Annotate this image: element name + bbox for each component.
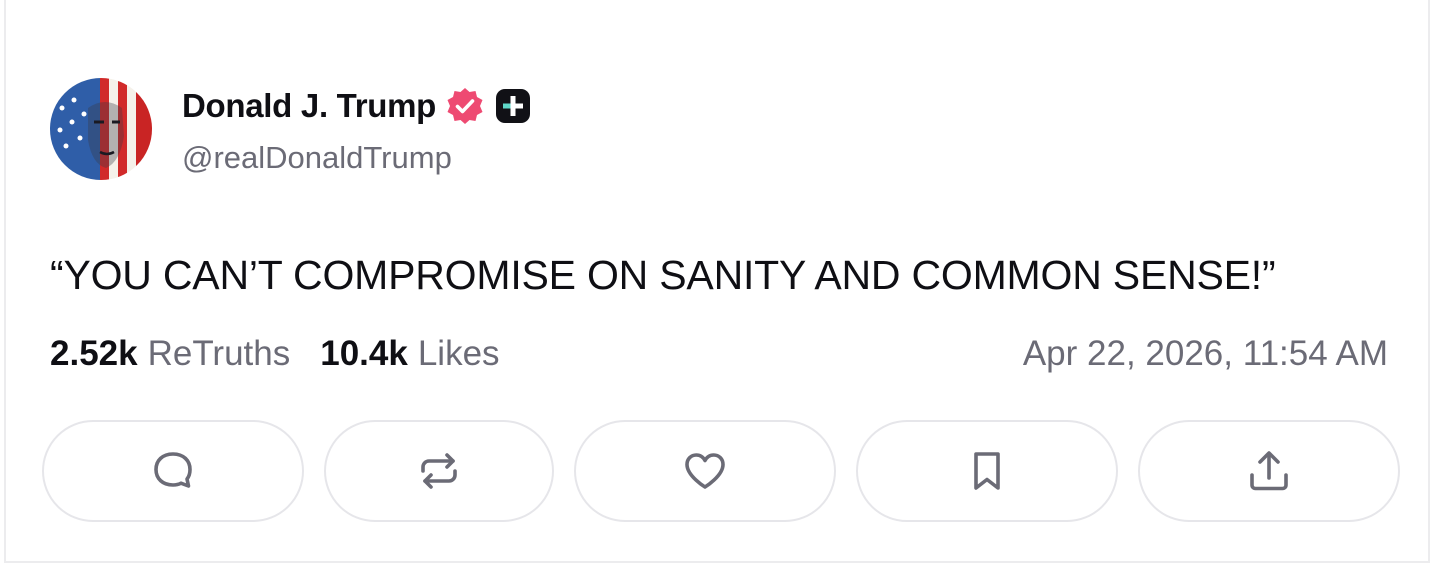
retruths-count[interactable]: 2.52k: [50, 334, 138, 374]
avatar-image: [50, 78, 152, 180]
likes-label[interactable]: Likes: [418, 334, 500, 374]
avatar[interactable]: [50, 78, 152, 180]
post-stats: 2.52k ReTruths 10.4k Likes: [50, 334, 500, 374]
plus-badge-icon: [496, 89, 531, 123]
verified-badge-icon: [447, 88, 483, 124]
author-display-name[interactable]: Donald J. Trump: [182, 87, 436, 125]
retruth-button[interactable]: [324, 420, 554, 522]
share-icon: [1250, 451, 1288, 491]
truth-post-card: Donald J. Trump @realDonaldTrump “YOU CA…: [4, 0, 1430, 563]
likes-count[interactable]: 10.4k: [320, 334, 408, 374]
repost-icon: [421, 453, 457, 489]
author-name-row: Donald J. Trump: [182, 84, 531, 128]
post-text: “YOU CAN’T COMPROMISE ON SANITY AND COMM…: [50, 252, 1276, 298]
post-timestamp[interactable]: Apr 22, 2026, 11:54 AM: [1023, 334, 1388, 374]
action-bar: [6, 420, 1428, 526]
comment-icon: [154, 452, 192, 488]
author-handle[interactable]: @realDonaldTrump: [182, 140, 452, 176]
bookmark-icon: [974, 452, 1000, 490]
heart-icon: [685, 453, 725, 489]
reply-button[interactable]: [42, 420, 304, 522]
retruths-label[interactable]: ReTruths: [148, 334, 291, 374]
share-button[interactable]: [1138, 420, 1400, 522]
bookmark-button[interactable]: [856, 420, 1118, 522]
like-button[interactable]: [574, 420, 836, 522]
